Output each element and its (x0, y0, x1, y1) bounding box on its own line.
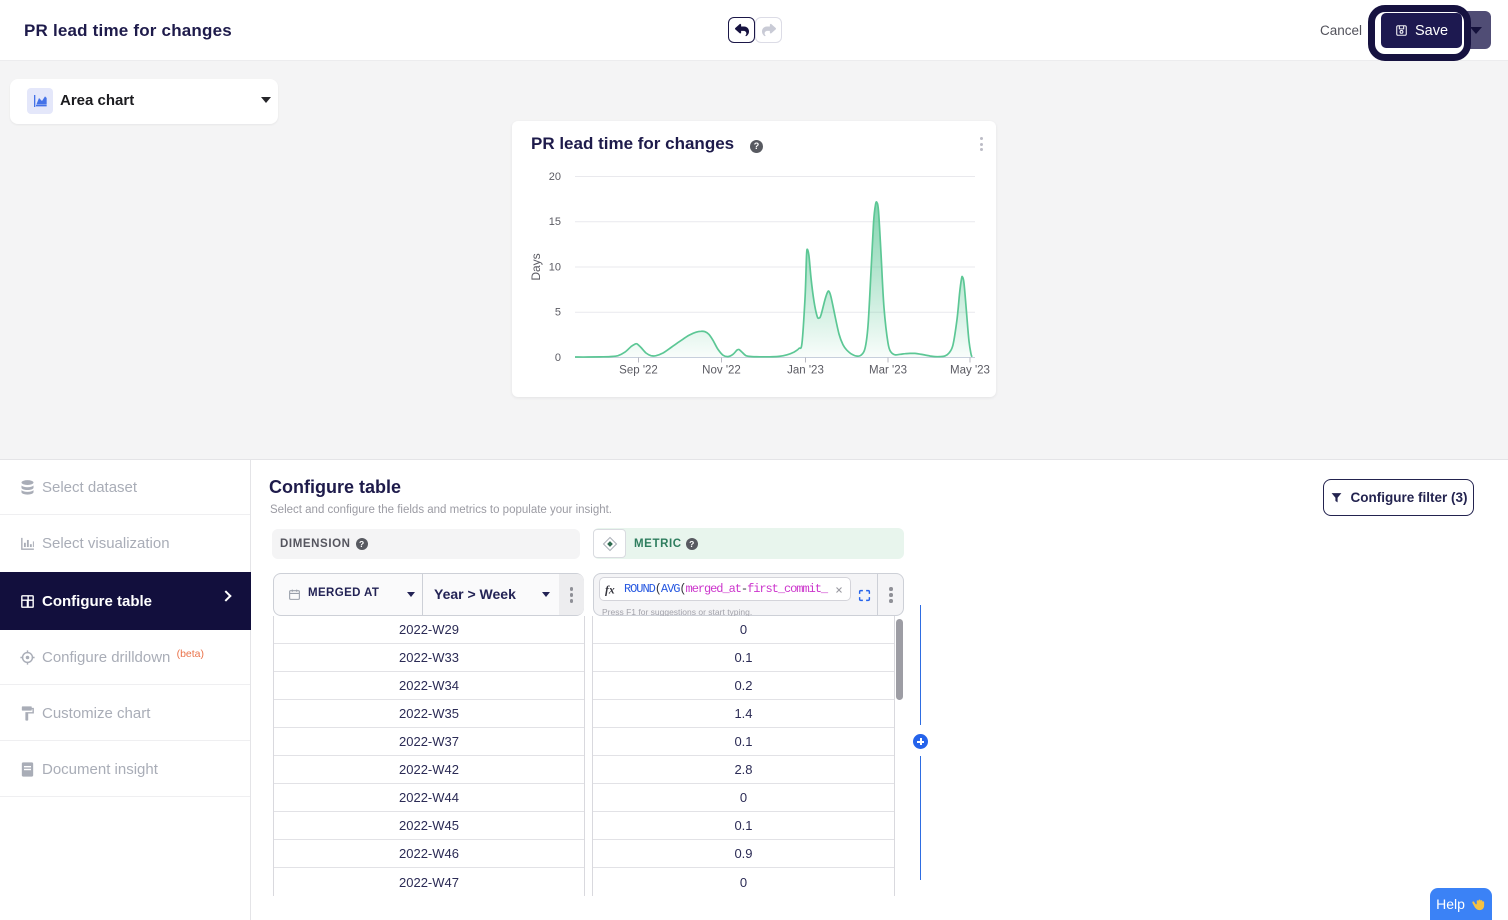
svg-text:5: 5 (555, 307, 561, 319)
svg-text:Sep '22: Sep '22 (619, 365, 658, 377)
svg-text:15: 15 (549, 216, 561, 228)
svg-text:Mar '23: Mar '23 (869, 365, 907, 377)
svg-text:fx: fx (605, 583, 615, 596)
svg-text:May '23: May '23 (950, 365, 990, 377)
svg-text:Days: Days (529, 253, 543, 280)
svg-text:Jan '23: Jan '23 (787, 365, 824, 377)
svg-text:Nov '22: Nov '22 (702, 365, 741, 377)
svg-text:10: 10 (549, 262, 561, 274)
svg-text:20: 20 (549, 171, 561, 183)
svg-text:0: 0 (555, 352, 561, 364)
